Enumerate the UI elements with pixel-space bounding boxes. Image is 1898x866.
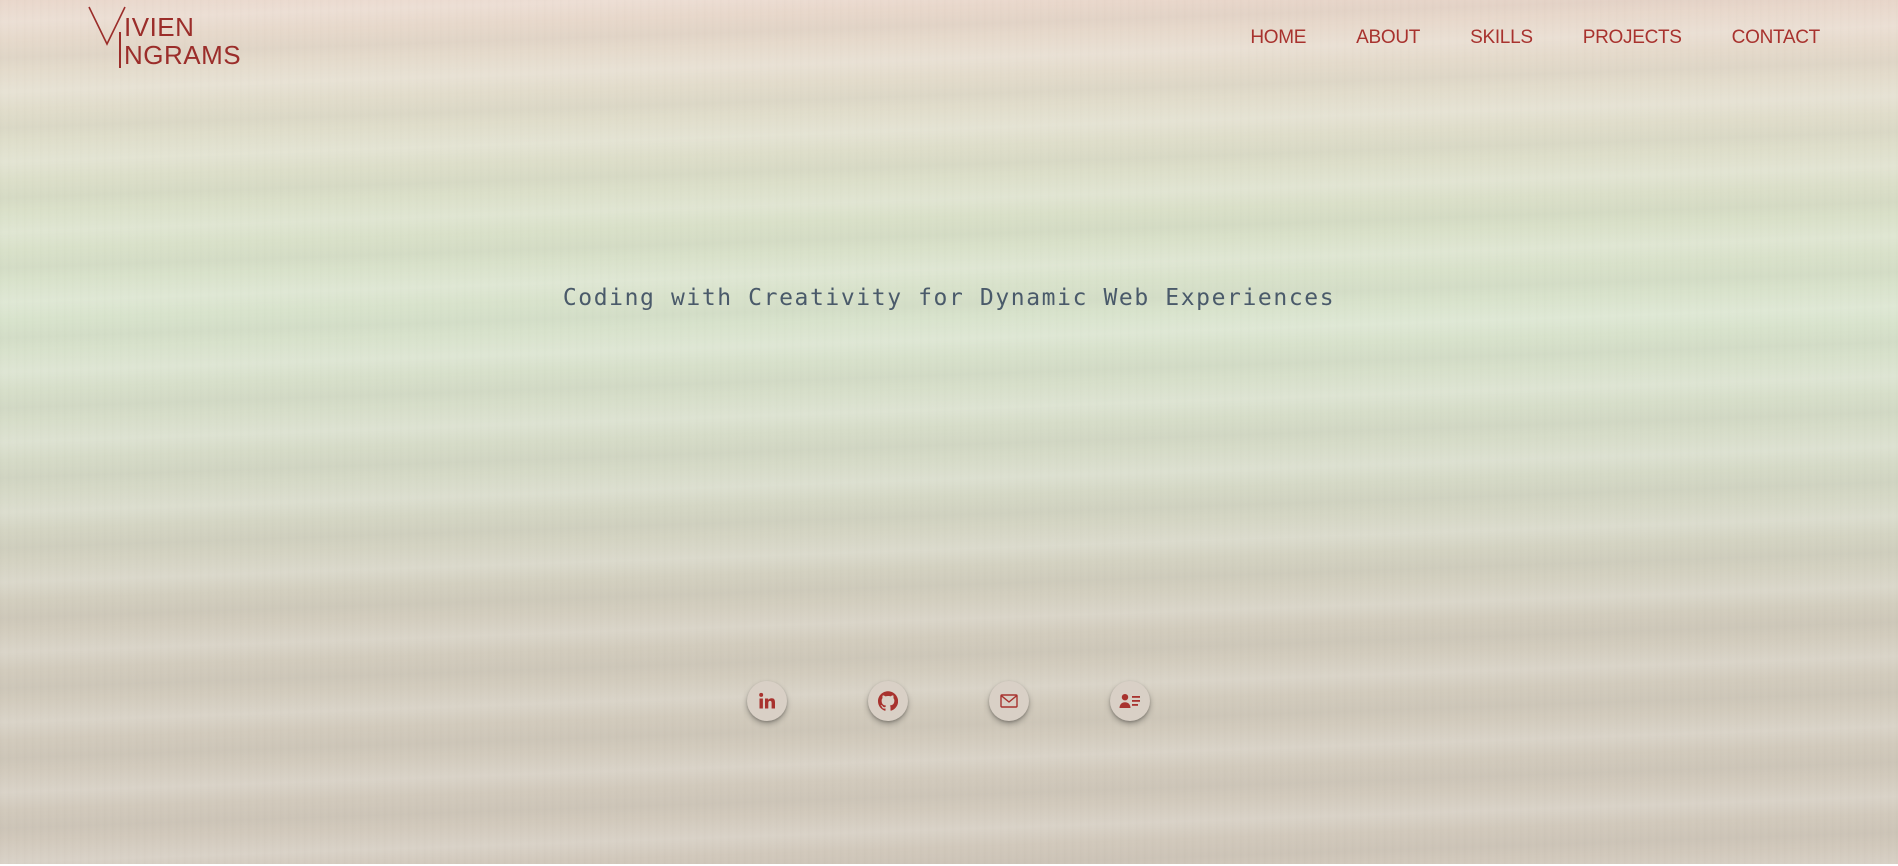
linkedin-button[interactable] (747, 681, 787, 721)
logo-i-stroke (119, 32, 121, 68)
main-nav: HOME ABOUT SKILLS PROJECTS CONTACT (1250, 26, 1820, 50)
sand-texture (0, 0, 1898, 864)
contact-card-icon (1119, 694, 1140, 708)
github-icon (878, 691, 898, 711)
nav-about[interactable]: ABOUT (1356, 26, 1420, 50)
email-button[interactable] (989, 681, 1029, 721)
site-logo[interactable]: IVIEN NGRAMS (88, 6, 258, 70)
nav-projects[interactable]: PROJECTS (1583, 26, 1682, 50)
linkedin-icon (759, 692, 775, 709)
nav-skills[interactable]: SKILLS (1470, 26, 1533, 50)
github-button[interactable] (868, 681, 908, 721)
nav-home[interactable]: HOME (1250, 26, 1306, 50)
logo-v-glyph (88, 6, 126, 46)
mail-icon (1000, 694, 1018, 708)
social-links (747, 681, 1151, 723)
resume-button[interactable] (1110, 681, 1150, 721)
nav-contact[interactable]: CONTACT (1732, 26, 1821, 50)
logo-last-name: NGRAMS (124, 40, 242, 70)
hero-tagline: Coding with Creativity for Dynamic Web E… (562, 285, 1336, 311)
logo-first-name: IVIEN (124, 12, 195, 42)
